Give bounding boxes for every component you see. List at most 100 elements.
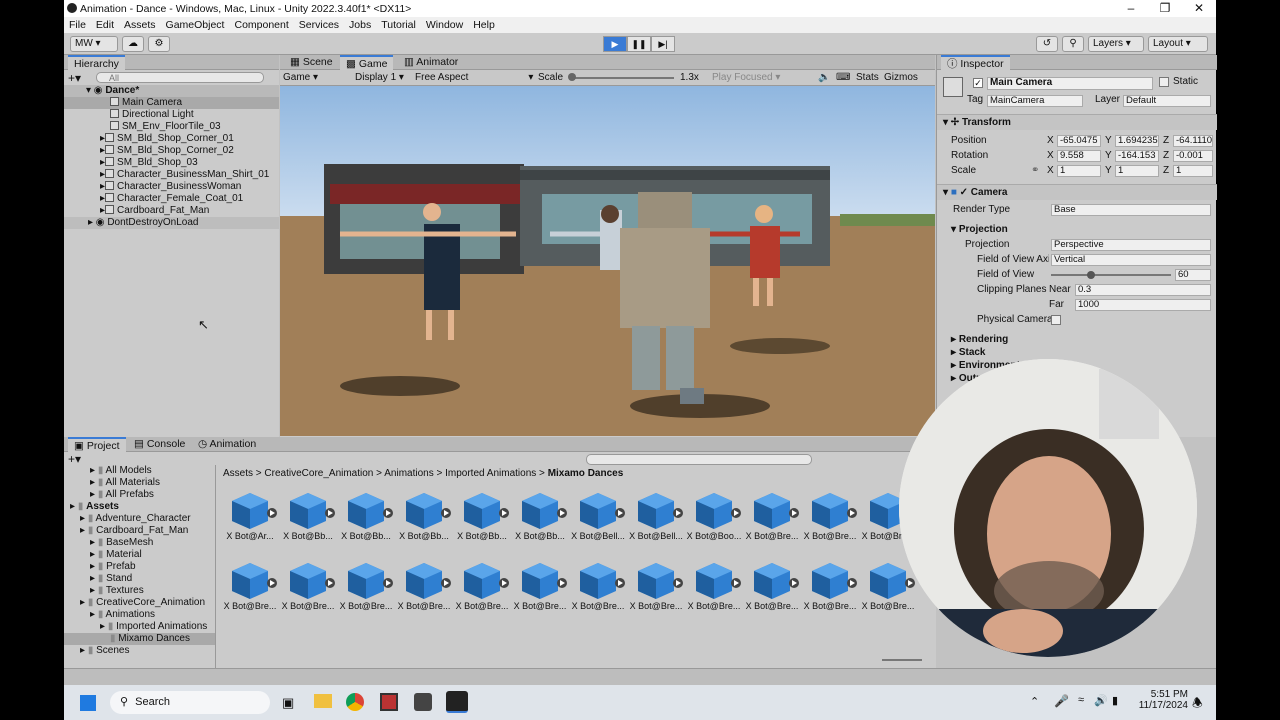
hierarchy-item-main-camera[interactable]: Main Camera (64, 97, 279, 109)
file-explorer-icon[interactable] (314, 694, 332, 708)
clock[interactable]: 5:51 PM 11/17/2024 (1136, 689, 1188, 711)
project-tree-item[interactable]: ▸ ▮ Stand (64, 573, 215, 585)
animation-asset[interactable]: X Bot@Ar... (222, 485, 278, 549)
physical-camera-checkbox[interactable] (1051, 315, 1061, 325)
play-button[interactable]: ▶ (603, 36, 627, 52)
position-x-field[interactable]: -65.0475 (1057, 135, 1101, 147)
project-tree-item[interactable]: ▸ ▮ All Materials (64, 477, 215, 489)
animation-asset[interactable]: X Bot@Bell... (570, 485, 626, 549)
battery-icon[interactable]: ▮ (1112, 694, 1118, 707)
rotation-z-field[interactable]: -0.001 (1173, 150, 1213, 162)
tab-project[interactable]: ▣ Project (68, 437, 126, 452)
breadcrumb-assets[interactable]: Assets (223, 468, 253, 479)
animation-asset[interactable]: X Bot@Bb... (454, 485, 510, 549)
object-name-field[interactable]: Main Camera (987, 77, 1153, 90)
animation-asset[interactable]: X Bot@Bb... (338, 485, 394, 549)
history-icon[interactable]: ↺ (1036, 36, 1058, 52)
folder-expander-icon[interactable]: ▸ (90, 585, 98, 596)
rotation-x-field[interactable]: 9.558 (1057, 150, 1101, 162)
icon-size-slider[interactable] (882, 659, 922, 661)
pause-button[interactable]: ❚❚ (627, 36, 651, 52)
minimize-icon[interactable]: – (1114, 0, 1148, 17)
play-focused-dropdown[interactable]: Play Focused ▾ (712, 70, 780, 85)
project-tree-item[interactable]: ▮ Mixamo Dances (64, 633, 215, 645)
folder-expander-icon[interactable]: ▸ (90, 561, 98, 572)
maximize-icon[interactable]: ❐ (1148, 0, 1182, 17)
stats-button[interactable]: Stats (856, 70, 879, 85)
position-z-field[interactable]: -64.1110 (1173, 135, 1213, 147)
camera-header[interactable]: ▾ ■ ✓ Camera (937, 184, 1217, 200)
collab-icon[interactable]: ⚙ (148, 36, 170, 52)
project-tree-item[interactable]: ▸ ▮ Animations (64, 609, 215, 621)
add-icon[interactable]: +▾ (68, 71, 81, 85)
animation-asset[interactable]: X Bot@Bre... (512, 555, 568, 619)
menu-component[interactable]: Component (229, 19, 293, 31)
hierarchy-item-floor[interactable]: SM_Env_FloorTile_03 (64, 121, 279, 133)
folder-expander-icon[interactable]: ▸ (80, 525, 88, 536)
notification-bell-icon[interactable]: 🕭 (1192, 694, 1203, 715)
scale-x-field[interactable]: 1 (1057, 165, 1101, 177)
project-tree-item[interactable]: ▸ ▮ Imported Animations (64, 621, 215, 633)
menu-gameobject[interactable]: GameObject (161, 19, 230, 31)
animation-asset[interactable]: X Bot@Bre... (860, 555, 916, 619)
static-checkbox[interactable] (1159, 77, 1169, 87)
menu-edit[interactable]: Edit (91, 19, 119, 31)
project-tree-item[interactable]: ▸ ▮ Textures (64, 585, 215, 597)
gizmos-button[interactable]: Gizmos (884, 70, 918, 85)
app-icon[interactable] (380, 693, 398, 711)
microphone-icon[interactable]: 🎤 (1054, 694, 1069, 708)
stack-section[interactable]: ▸ Stack (937, 346, 1217, 360)
layer-dropdown[interactable]: Default (1123, 95, 1211, 107)
fov-field[interactable]: 60 (1175, 269, 1211, 281)
projection-header[interactable]: ▾ Projection (937, 223, 1217, 237)
menu-file[interactable]: File (64, 19, 91, 31)
folder-expander-icon[interactable]: ▸ (80, 513, 88, 524)
transform-header[interactable]: ▾ ✢ Transform (937, 114, 1217, 130)
menu-services[interactable]: Services (294, 19, 344, 31)
animation-asset[interactable]: X Bot@Bre... (222, 555, 278, 619)
breadcrumb-creativecore[interactable]: CreativeCore_Animation (264, 468, 373, 479)
display-dropdown[interactable]: Display 1 ▾ (355, 70, 404, 85)
animation-asset[interactable]: X Bot@Bb... (396, 485, 452, 549)
animation-asset[interactable]: X Bot@Bre... (744, 555, 800, 619)
rotation-y-field[interactable]: -164.153 (1115, 150, 1159, 162)
project-tree-item[interactable]: ▸ ▮ Adventure_Character (64, 513, 215, 525)
start-icon[interactable] (80, 695, 96, 711)
mute-audio-icon[interactable]: 🔈 (818, 70, 830, 85)
animation-asset[interactable]: X Bot@Boo... (686, 485, 742, 549)
animation-asset[interactable]: X Bot@Bre... (744, 485, 800, 549)
unity-editor-taskbar-icon[interactable] (446, 691, 468, 713)
menu-tutorial[interactable]: Tutorial (376, 19, 421, 31)
hierarchy-item-shop-03[interactable]: ▸ SM_Bld_Shop_03 (64, 157, 279, 169)
account-button[interactable]: MW ▾ (70, 36, 118, 52)
project-tree-item[interactable]: ▸ ▮ Prefab (64, 561, 215, 573)
tab-game[interactable]: ▩ Game (340, 55, 394, 70)
animation-asset[interactable]: X Bot@Bell... (628, 485, 684, 549)
render-type-dropdown[interactable]: Base (1051, 204, 1211, 216)
cloud-icon[interactable]: ☁ (122, 36, 144, 52)
hierarchy-item-businessman[interactable]: ▸ Character_BusinessMan_Shirt_01 (64, 169, 279, 181)
animation-asset[interactable]: X Bot@Bre... (280, 555, 336, 619)
chrome-icon[interactable] (346, 693, 364, 711)
active-checkbox[interactable]: ✓ (973, 78, 983, 88)
tab-inspector[interactable]: ⓘ Inspector (941, 55, 1010, 70)
folder-expander-icon[interactable]: ▸ (100, 621, 108, 632)
hierarchy-item-directional-light[interactable]: Directional Light (64, 109, 279, 121)
animation-asset[interactable]: X Bot@Bre... (802, 555, 858, 619)
far-field[interactable]: 1000 (1075, 299, 1211, 311)
menu-window[interactable]: Window (421, 19, 468, 31)
project-tree-item[interactable]: ▸ ▮ BaseMesh (64, 537, 215, 549)
near-field[interactable]: 0.3 (1075, 284, 1211, 296)
project-tree-item[interactable]: ▸ ▮ All Prefabs (64, 489, 215, 501)
folder-expander-icon[interactable]: ▸ (80, 645, 88, 656)
breadcrumb-animations[interactable]: Animations (384, 468, 433, 479)
step-button[interactable]: ▶| (651, 36, 675, 52)
shortcuts-icon[interactable]: ⌨ (836, 70, 850, 85)
tab-animation[interactable]: ◷ Animation (192, 437, 262, 452)
hierarchy-item-dontdestroy[interactable]: ▸ ◉ DontDestroyOnLoad (64, 217, 279, 229)
position-y-field[interactable]: 1.694235 (1115, 135, 1159, 147)
animation-asset[interactable]: X Bot@Bre... (802, 485, 858, 549)
animation-asset[interactable]: X Bot@Bre... (570, 555, 626, 619)
scene-row[interactable]: ▾ ◉ Dance* (64, 85, 279, 97)
wifi-icon[interactable]: ≈ (1078, 694, 1084, 706)
